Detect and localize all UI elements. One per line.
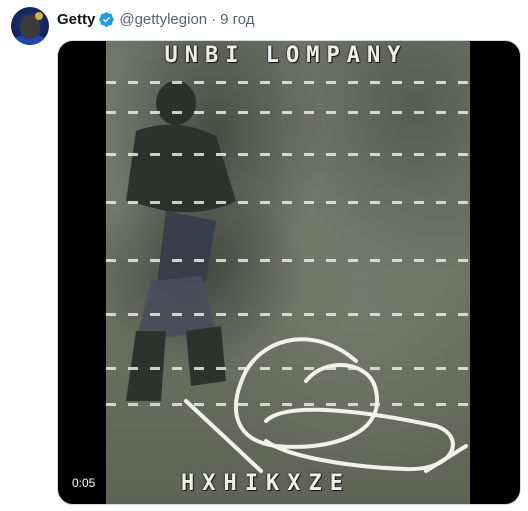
avatar-accent	[35, 12, 43, 20]
tweet-timestamp[interactable]: 9 год	[220, 11, 254, 28]
yard-line	[106, 201, 470, 204]
avatar[interactable]	[11, 7, 49, 45]
verified-badge-icon	[98, 11, 115, 28]
author-handle[interactable]: @gettylegion	[119, 11, 207, 28]
yard-line	[106, 81, 470, 84]
yard-line	[106, 313, 470, 316]
video-duration-badge: 0:05	[67, 473, 101, 493]
telestrator-drawing	[184, 337, 468, 473]
video-frame[interactable]: UNBI LOMPANY HXHIKXZE	[106, 41, 470, 504]
yard-line	[106, 259, 470, 262]
video-player[interactable]: UNBI LOMPANY HXHIKXZE 0:05	[57, 40, 521, 505]
broadcast-caption-bottom: HXHIKXZE	[181, 471, 351, 496]
author-line: Getty @gettylegion · 9 год	[57, 9, 255, 29]
broadcast-caption-top: UNBI LOMPANY	[164, 43, 408, 68]
yard-line	[106, 153, 470, 156]
yard-line	[106, 111, 470, 114]
author-display-name[interactable]: Getty	[57, 11, 95, 28]
tweet-header: Getty @gettylegion · 9 год	[0, 0, 528, 45]
separator-dot: ·	[211, 10, 217, 28]
